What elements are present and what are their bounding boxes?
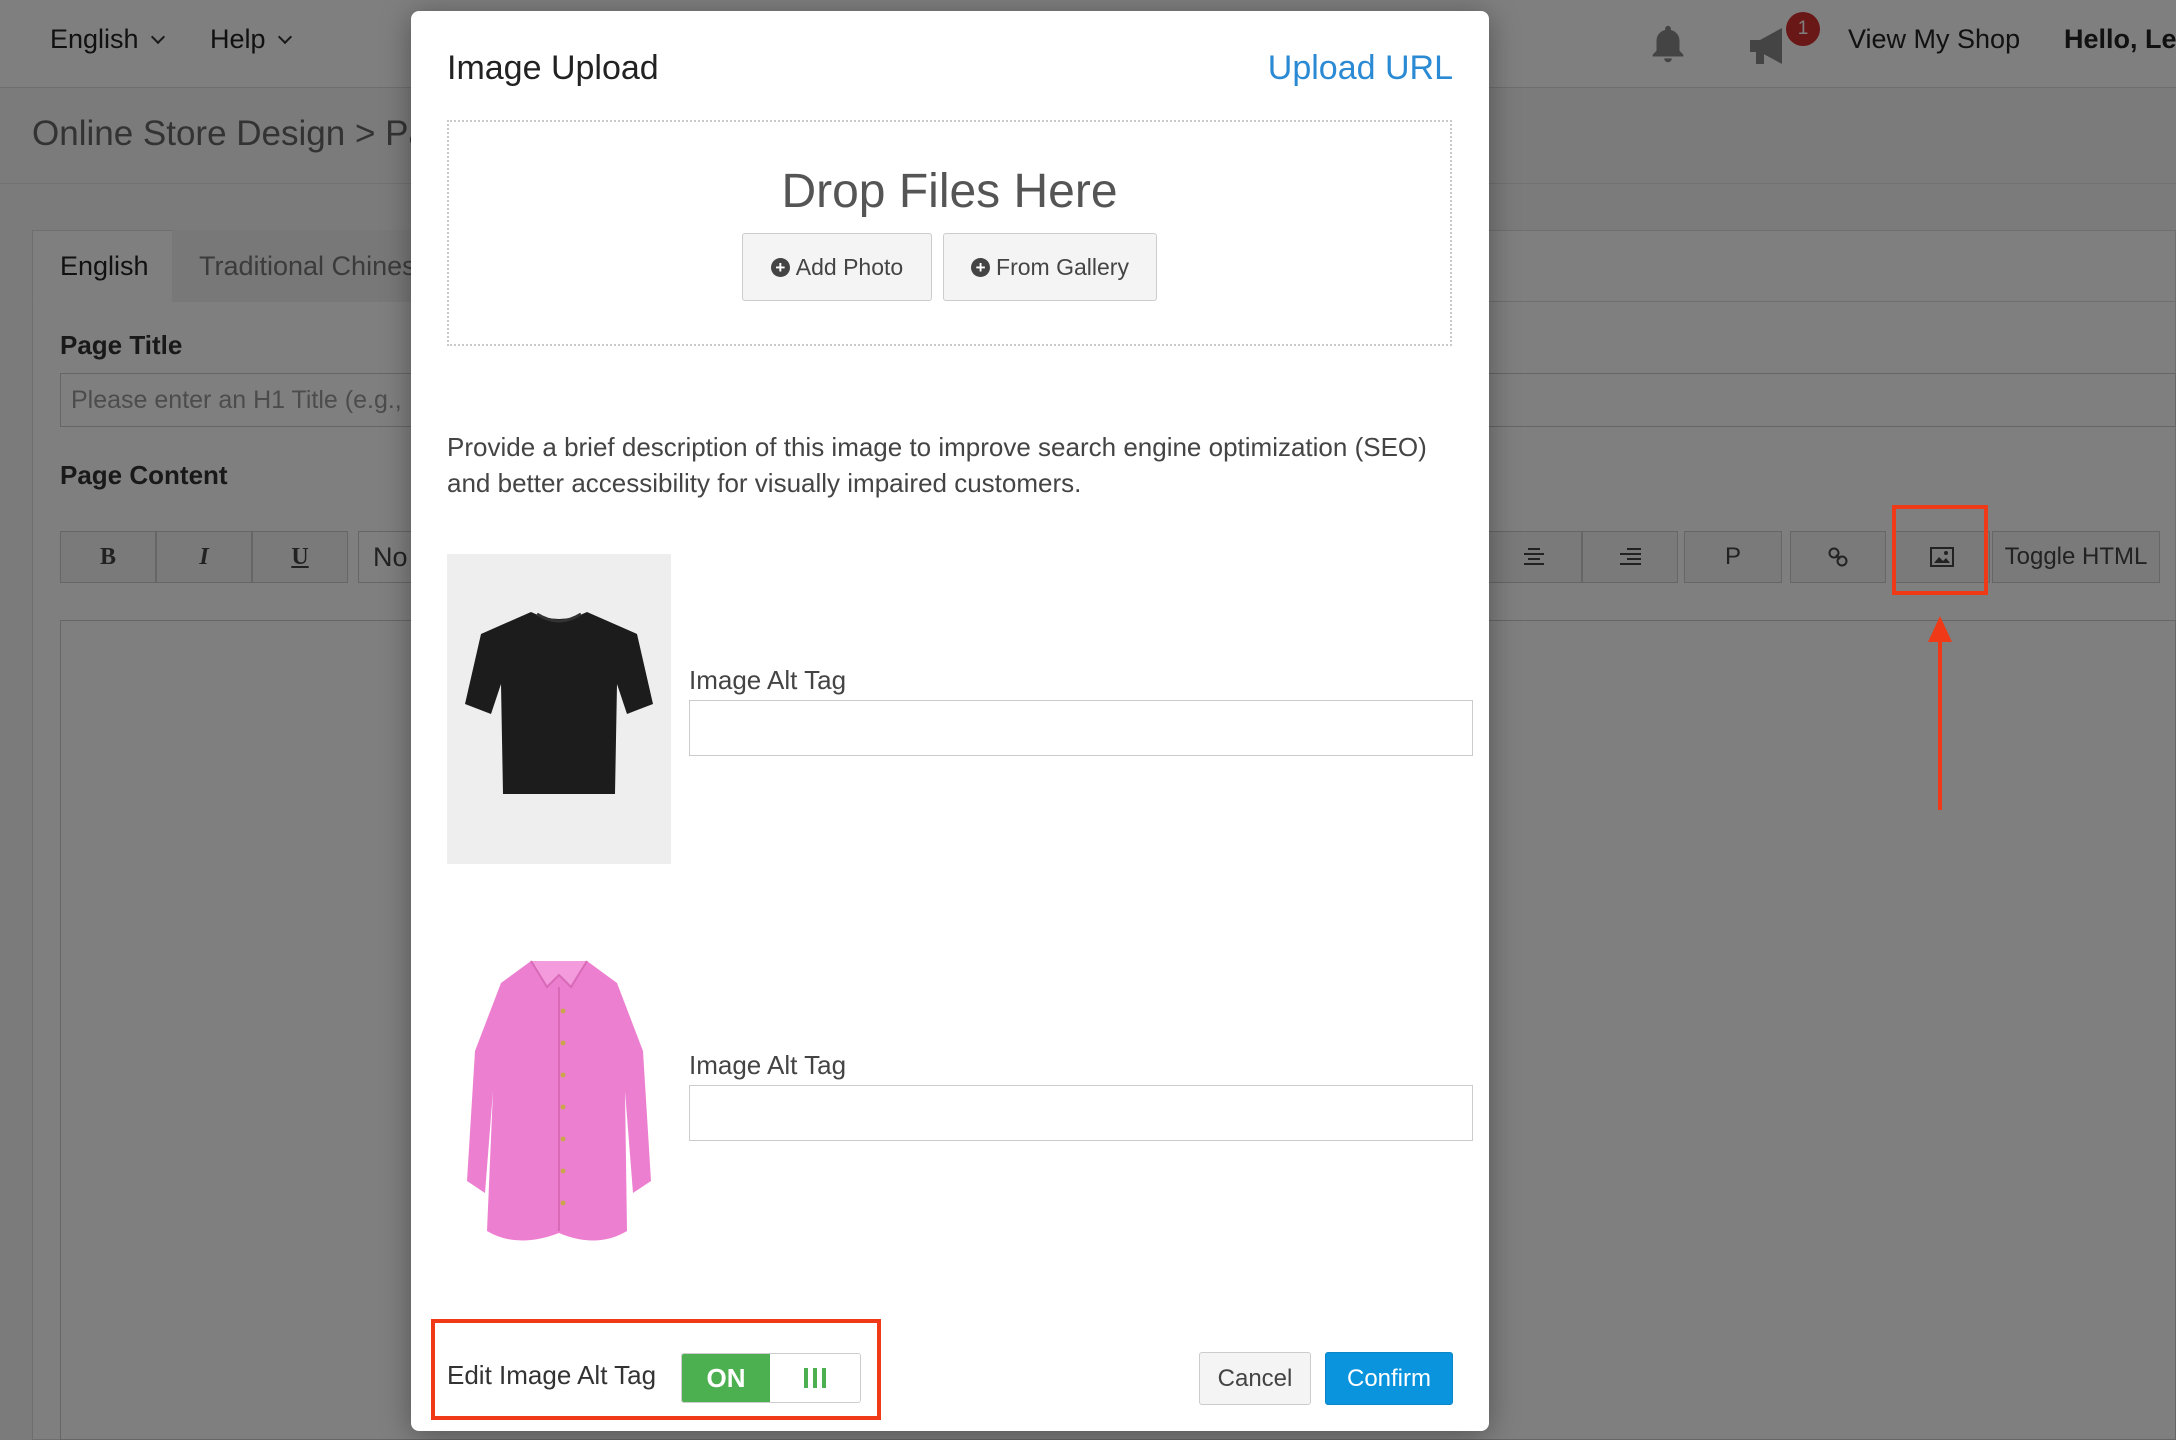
alt-tag-toggle-highlight: [431, 1319, 881, 1420]
image-alt-tag-input[interactable]: [689, 1085, 1473, 1141]
image-upload-modal: Image Upload Upload URL Drop Files Here …: [411, 11, 1489, 1431]
seo-description: Provide a brief description of this imag…: [447, 432, 1427, 498]
image-alt-tag-input[interactable]: [689, 700, 1473, 756]
drop-files-text: Drop Files Here: [781, 165, 1118, 218]
modal-title: Image Upload: [447, 49, 659, 87]
annotation-arrow-line: [1938, 638, 1942, 810]
upload-url-link[interactable]: Upload URL: [1268, 49, 1453, 88]
black-tshirt-thumbnail: [447, 554, 671, 864]
image-alt-tag-label: Image Alt Tag: [689, 665, 847, 695]
from-gallery-label: From Gallery: [996, 253, 1129, 280]
add-photo-button[interactable]: + Add Photo: [742, 233, 932, 301]
confirm-button[interactable]: Confirm: [1325, 1352, 1453, 1405]
plus-circle-icon: +: [971, 257, 991, 277]
cancel-button[interactable]: Cancel: [1199, 1352, 1311, 1405]
image-alt-tag-label: Image Alt Tag: [689, 1050, 847, 1080]
plus-circle-icon: +: [770, 257, 790, 277]
image-button-highlight: [1892, 505, 1988, 595]
pink-shirt-thumbnail: [447, 931, 671, 1251]
from-gallery-button[interactable]: + From Gallery: [943, 233, 1157, 301]
add-photo-label: Add Photo: [795, 253, 904, 280]
